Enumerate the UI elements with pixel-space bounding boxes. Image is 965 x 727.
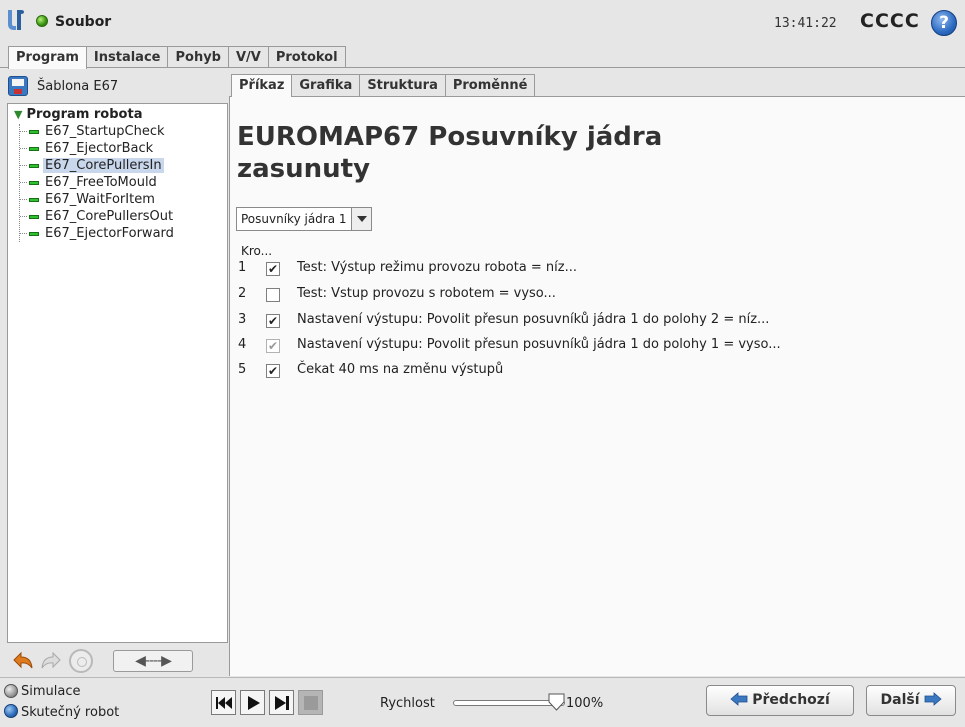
- step-checkbox[interactable]: ✔: [266, 262, 280, 276]
- step-number: 4: [238, 337, 247, 352]
- arrow-left-icon: [730, 691, 748, 706]
- redo-icon[interactable]: [39, 649, 63, 673]
- tab-program[interactable]: Program: [8, 46, 87, 69]
- tree-item[interactable]: E67_EjectorForward: [20, 226, 176, 243]
- sub-tabs: Příkaz Grafika Struktura Proměnné: [231, 74, 536, 97]
- command-icon: [29, 129, 39, 134]
- simulation-radio-icon[interactable]: [4, 684, 18, 698]
- chevron-down-icon[interactable]: [350, 208, 371, 230]
- help-icon[interactable]: ?: [931, 10, 957, 36]
- select-value: Posuvníky jádra 1: [241, 212, 347, 226]
- step-row: 3 ✔ Nastavení výstupu: Povolit přesun po…: [238, 310, 938, 330]
- step-row: 4 ✔ Nastavení výstupu: Povolit přesun po…: [238, 335, 938, 355]
- undo-icon[interactable]: [11, 649, 35, 673]
- tree-item[interactable]: E67_StartupCheck: [20, 124, 167, 141]
- clock: 13:41:22: [774, 16, 837, 31]
- step-text: Test: Výstup režimu provozu robota = níz…: [297, 260, 577, 275]
- move-node-icon[interactable]: ◀----▶: [113, 650, 193, 672]
- page-title: EUROMAP67 Posuvníky jádra zasunuty: [237, 122, 663, 184]
- rewind-icon: [216, 697, 232, 709]
- command-icon: [29, 180, 39, 185]
- tab-command[interactable]: Příkaz: [231, 74, 293, 97]
- step-checkbox[interactable]: [266, 288, 280, 302]
- step-number: 1: [238, 260, 247, 275]
- mode-real-robot[interactable]: Skutečný robot: [21, 705, 119, 720]
- top-bar: Soubor 13:41:22 CCCC ?: [0, 0, 965, 46]
- template-label: Šablona E67: [37, 79, 119, 94]
- program-tree[interactable]: ▼ Program robota E67_StartupCheck E67_Eje…: [7, 103, 228, 643]
- step-text: Nastavení výstupu: Povolit přesun posuvn…: [297, 337, 781, 352]
- tab-log[interactable]: Protokol: [267, 46, 346, 68]
- tree-item[interactable]: E67_WaitForItem: [20, 192, 157, 209]
- command-icon: [29, 231, 39, 236]
- left-panel: Šablona E67 ▼ Program robota E67_StartupC…: [7, 71, 228, 676]
- step-row: 5 ✔ Čekat 40 ms na změnu výstupů: [238, 360, 938, 380]
- core-pullers-select[interactable]: Posuvníky jádra 1: [236, 207, 372, 231]
- expand-triangle-icon[interactable]: ▼: [14, 108, 22, 121]
- play-button[interactable]: [240, 690, 265, 715]
- speed-value: 100%: [566, 696, 604, 711]
- save-icon[interactable]: [8, 76, 28, 96]
- step-text: Čekat 40 ms na změnu výstupů: [297, 362, 504, 377]
- step-checkbox[interactable]: ✔: [266, 339, 280, 353]
- step-number: 3: [238, 312, 247, 327]
- next-label: Další: [880, 692, 920, 708]
- command-icon: [29, 146, 39, 151]
- tree-root-label: Program robota: [26, 107, 143, 122]
- tree-item[interactable]: E67_EjectorBack: [20, 141, 155, 158]
- arrow-right-icon: [924, 691, 942, 706]
- template-row[interactable]: Šablona E67: [7, 74, 228, 100]
- tab-io[interactable]: V/V: [227, 46, 269, 68]
- ur-logo-icon: [8, 10, 24, 30]
- tab-graphics[interactable]: Grafika: [291, 74, 361, 96]
- step-text: Nastavení výstupu: Povolit přesun posuvn…: [297, 312, 770, 327]
- tab-installation[interactable]: Instalace: [85, 46, 169, 68]
- tab-structure[interactable]: Struktura: [359, 74, 446, 96]
- step-text: Test: Vstup provozu s robotem = vyso...: [297, 286, 556, 301]
- main-tabs: Program Instalace Pohyb V/V Protokol: [8, 46, 346, 69]
- stop-button[interactable]: [298, 690, 323, 715]
- rewind-button[interactable]: [211, 690, 236, 715]
- step-checkbox[interactable]: ✔: [266, 314, 280, 328]
- step-number: 2: [238, 286, 247, 301]
- tree-item-selected[interactable]: E67_CorePullersIn: [20, 158, 164, 175]
- previous-button[interactable]: Předchozí: [706, 685, 854, 716]
- command-icon: [29, 163, 39, 168]
- step-number: 5: [238, 362, 247, 377]
- footer-bar: Simulace Skutečný robot Rychlost 100% Př…: [0, 677, 965, 727]
- tree-item[interactable]: E67_CorePullersOut: [20, 209, 175, 226]
- step-forward-icon: [275, 696, 289, 710]
- step-checkbox[interactable]: ✔: [266, 364, 280, 378]
- tree-toolbar: ◀----▶: [7, 646, 228, 676]
- command-icon: [29, 197, 39, 202]
- play-icon: [248, 696, 260, 710]
- steps-header: Kro...: [241, 244, 273, 258]
- stop-icon: [304, 696, 318, 710]
- speed-label: Rychlost: [380, 696, 435, 711]
- tab-move[interactable]: Pohyb: [167, 46, 229, 68]
- tab-variables[interactable]: Proměnné: [444, 74, 536, 96]
- file-menu[interactable]: Soubor: [55, 14, 111, 30]
- step-row: 1 ✔ Test: Výstup režimu provozu robota =…: [238, 258, 938, 278]
- robot-name: CCCC: [860, 10, 920, 32]
- step-row: 2 Test: Vstup provozu s robotem = vyso..…: [238, 284, 938, 304]
- mode-simulation[interactable]: Simulace: [21, 684, 81, 699]
- previous-label: Předchozí: [752, 692, 830, 708]
- tree-item[interactable]: E67_FreeToMould: [20, 175, 159, 192]
- slider-thumb-icon[interactable]: [548, 693, 565, 711]
- robot-status-icon[interactable]: [36, 15, 48, 27]
- command-icon: [29, 214, 39, 219]
- suppress-icon[interactable]: [69, 649, 93, 673]
- real-robot-radio-icon[interactable]: [4, 704, 18, 718]
- step-button[interactable]: [269, 690, 294, 715]
- tree-root[interactable]: ▼ Program robota: [14, 107, 142, 122]
- tab-divider: [0, 67, 965, 68]
- next-button[interactable]: Další: [866, 685, 956, 716]
